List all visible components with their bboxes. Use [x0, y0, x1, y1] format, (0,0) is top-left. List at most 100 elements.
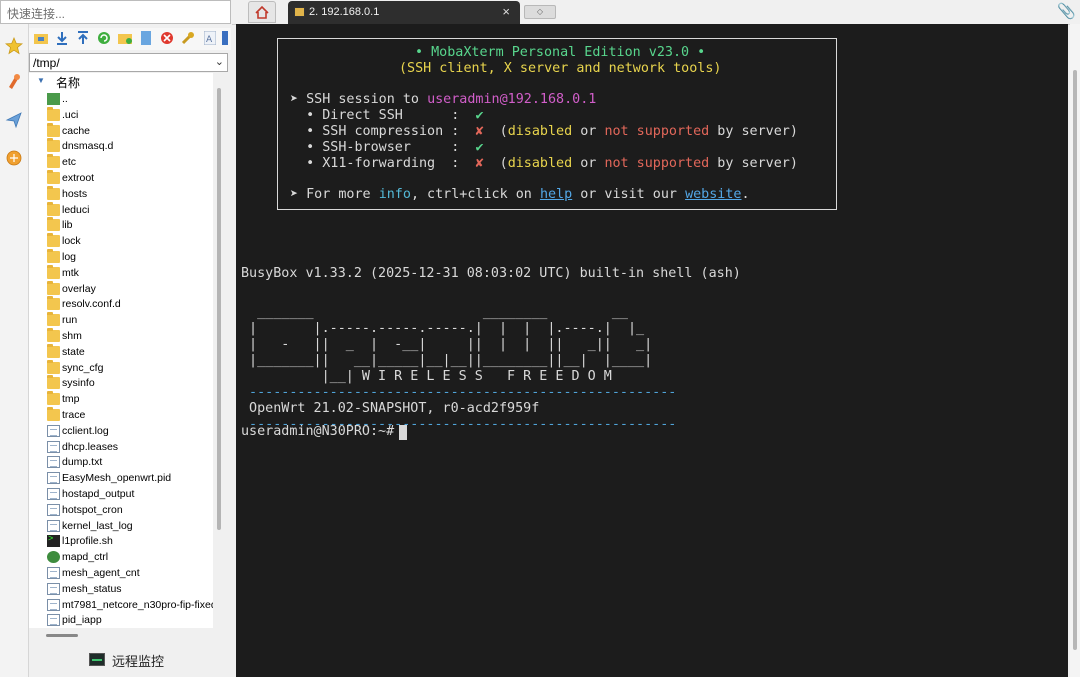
- folder-icon: [47, 233, 60, 248]
- website-link[interactable]: website: [685, 187, 741, 202]
- file-name: kernel_last_log: [62, 519, 133, 532]
- folder-row[interactable]: resolv.conf.d: [29, 296, 213, 313]
- file-name: dump.txt: [62, 456, 103, 469]
- chevron-down-icon[interactable]: ⌄: [215, 55, 224, 68]
- file-row[interactable]: mesh_status: [29, 582, 213, 598]
- folder-row[interactable]: .uci: [29, 106, 213, 124]
- folder-icon: [47, 185, 60, 200]
- rename-icon[interactable]: [181, 31, 195, 45]
- refresh-icon[interactable]: [97, 31, 111, 45]
- new-tab-button[interactable]: ◇: [524, 5, 556, 19]
- logo-line-2: | |.-----.-----.-----.| | | |.----.| |_: [241, 321, 645, 336]
- file-name: hotspot_cron: [62, 503, 123, 516]
- file-list-hscrollbar[interactable]: [46, 634, 78, 637]
- file-icon: [47, 503, 60, 516]
- check-icon: ✔: [475, 108, 484, 123]
- folder-row[interactable]: state: [29, 343, 213, 361]
- folder-row[interactable]: dnsmasq.d: [29, 138, 213, 155]
- folder-row[interactable]: sync_cfg: [29, 359, 213, 377]
- folder-row[interactable]: etc: [29, 154, 213, 171]
- file-row[interactable]: pid_iapp: [29, 613, 213, 628]
- file-name: mtk: [62, 266, 79, 279]
- folder-row[interactable]: run: [29, 312, 213, 329]
- file-row[interactable]: dhcp.leases: [29, 440, 213, 456]
- folder-up-icon[interactable]: [34, 31, 48, 45]
- folder-row[interactable]: trace: [29, 407, 213, 424]
- file-name: log: [62, 251, 77, 263]
- folder-row[interactable]: lock: [29, 233, 213, 250]
- tools-icon[interactable]: [2, 68, 26, 96]
- file-row[interactable]: mesh_agent_cnt: [29, 566, 213, 582]
- file-name: shm: [62, 330, 82, 342]
- text-icon[interactable]: A: [203, 31, 217, 45]
- quick-connect-placeholder: 快速连接...: [7, 7, 66, 21]
- new-file-icon[interactable]: [139, 31, 153, 45]
- folder-row[interactable]: mtk: [29, 264, 213, 282]
- folder-icon: [47, 264, 60, 279]
- file-row[interactable]: cclient.log: [29, 424, 213, 440]
- file-row[interactable]: mt7981_netcore_n30pro-fip-fixed: [29, 598, 213, 614]
- file-name: overlay: [62, 282, 96, 295]
- file-name: ..: [62, 93, 68, 105]
- folder-row[interactable]: overlay: [29, 280, 213, 298]
- file-name: mesh_agent_cnt: [62, 567, 140, 579]
- folder-row[interactable]: sysinfo: [29, 375, 213, 392]
- file-icon: [47, 614, 60, 627]
- remote-monitor-label: 远程监控: [112, 654, 165, 669]
- folder-icon: [47, 201, 60, 216]
- file-row[interactable]: EasyMesh_openwrt.pid: [29, 471, 213, 487]
- file-row[interactable]: hotspot_cron: [29, 503, 213, 519]
- folder-row[interactable]: hosts: [29, 185, 213, 203]
- folder-row[interactable]: log: [29, 249, 213, 266]
- home-icon: [255, 5, 269, 19]
- folder-row[interactable]: lib: [29, 217, 213, 234]
- quick-connect-input[interactable]: 快速连接...: [0, 0, 231, 24]
- file-icon: [47, 424, 60, 437]
- terminal-scrollbar[interactable]: [1070, 24, 1080, 677]
- sort-caret-icon: ▼: [37, 76, 45, 85]
- folder-row[interactable]: shm: [29, 328, 213, 345]
- upload-icon[interactable]: [76, 31, 90, 45]
- file-row[interactable]: mapd_ctrl: [29, 550, 213, 566]
- file-row[interactable]: kernel_last_log: [29, 519, 213, 535]
- new-folder-icon[interactable]: [118, 31, 132, 45]
- file-name: run: [62, 314, 78, 327]
- remote-monitor-button[interactable]: 远程监控: [29, 640, 231, 677]
- info-icon[interactable]: [222, 31, 228, 45]
- help-link[interactable]: help: [540, 187, 572, 202]
- terminal-scrollbar-thumb[interactable]: [1073, 70, 1077, 650]
- folder-icon: [47, 359, 60, 374]
- download-icon[interactable]: [55, 31, 69, 45]
- folder-row[interactable]: cache: [29, 122, 213, 140]
- banner-title: • MobaXterm Personal Edition v23.0 •: [415, 45, 706, 60]
- more-info-line: ➤ For more info, ctrl+click on help or v…: [290, 187, 750, 202]
- terminal-cursor: [399, 425, 407, 440]
- file-row[interactable]: ..: [29, 92, 213, 108]
- file-name: leduci: [62, 203, 90, 216]
- file-list-scrollbar[interactable]: [217, 88, 221, 530]
- list-header[interactable]: ▼ 名称: [29, 73, 213, 90]
- file-row[interactable]: hostapd_output: [29, 487, 213, 503]
- sftp-icon[interactable]: [2, 144, 26, 172]
- terminal[interactable]: • MobaXterm Personal Edition v23.0 • (SS…: [236, 24, 1068, 677]
- file-icon: [47, 488, 60, 500]
- star-icon[interactable]: [2, 32, 26, 60]
- paperclip-icon[interactable]: 📎: [1057, 2, 1076, 20]
- folder-icon: [47, 312, 60, 327]
- home-tab[interactable]: [248, 1, 276, 23]
- folder-row[interactable]: leduci: [29, 201, 213, 219]
- delete-icon[interactable]: [160, 31, 174, 45]
- folder-row[interactable]: tmp: [29, 391, 213, 408]
- folder-icon: [47, 249, 60, 263]
- folder-row[interactable]: extroot: [29, 170, 213, 187]
- path-combobox[interactable]: /tmp/ ⌄: [29, 53, 228, 72]
- file-name: mt7981_netcore_n30pro-fip-fixed: [62, 598, 213, 611]
- file-row[interactable]: l1profile.sh: [29, 533, 213, 550]
- file-name: extroot: [62, 172, 95, 184]
- file-row[interactable]: dump.txt: [29, 455, 213, 471]
- folder-icon: [47, 343, 60, 358]
- macros-icon[interactable]: [2, 106, 26, 134]
- tab-session[interactable]: 2. 192.168.0.1 ×: [288, 1, 520, 24]
- close-icon[interactable]: ×: [502, 4, 510, 19]
- side-strip: [0, 24, 29, 677]
